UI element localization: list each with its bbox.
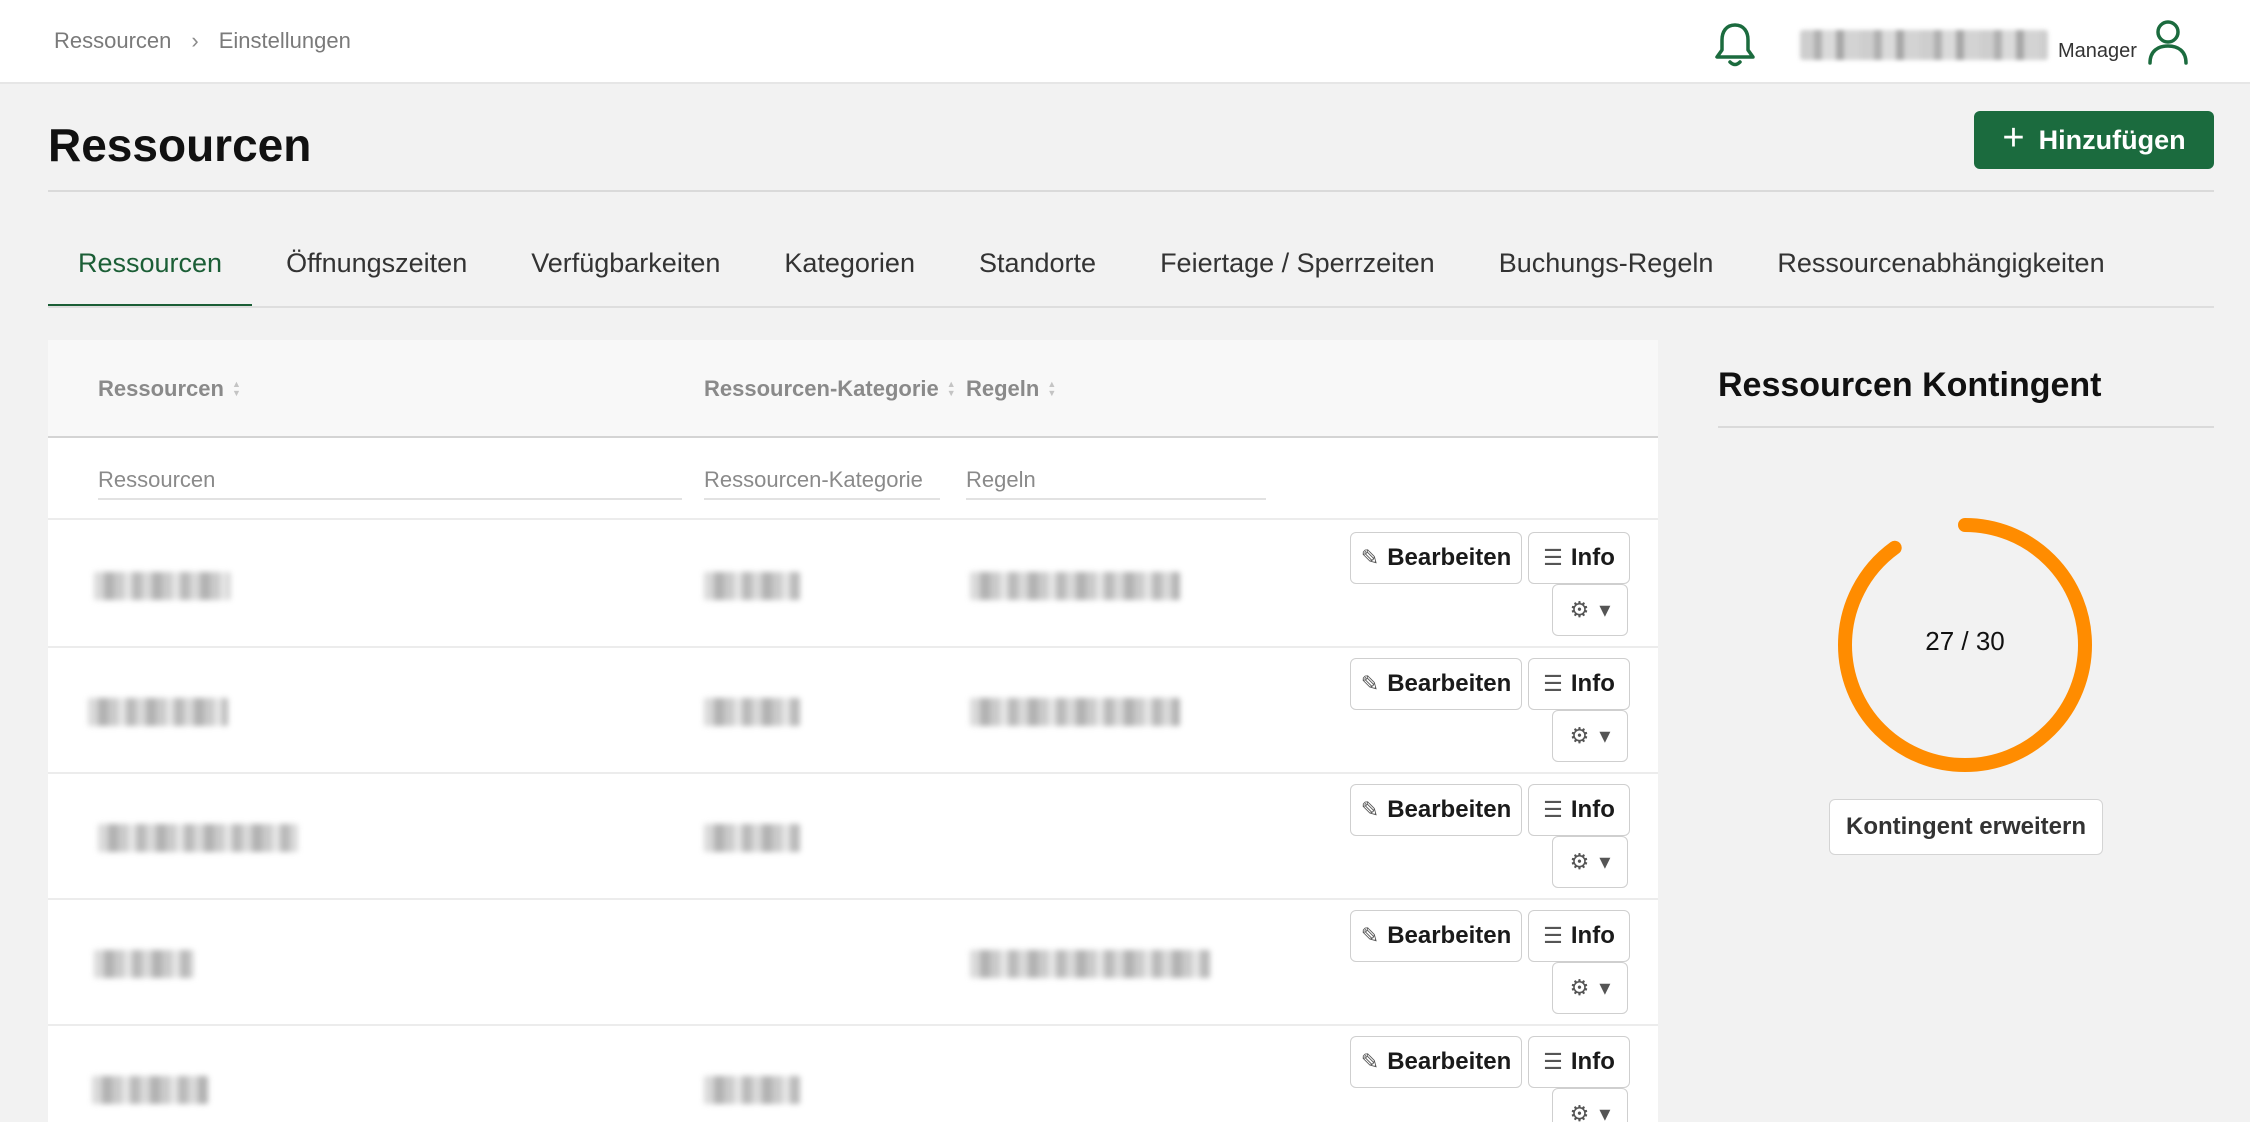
tab-ressourcen[interactable]: Ressourcen (48, 232, 253, 308)
edit-icon: ✎ (1360, 671, 1380, 696)
bell-icon[interactable] (1713, 21, 1757, 69)
caret-down-icon: ▾ (1599, 849, 1611, 874)
tab-standorte[interactable]: Standorte (949, 232, 1126, 308)
list-icon: ☰ (1543, 671, 1563, 696)
redacted-rule (970, 950, 1210, 978)
edit-icon: ✎ (1360, 923, 1380, 948)
table-row: ✎ Bearbeiten ☰ Info ⚙ ▾ (48, 774, 1658, 900)
tab-buchungs-regeln[interactable]: Buchungs-Regeln (1469, 232, 1744, 308)
breadcrumb-item-ressourcen[interactable]: Ressourcen (54, 28, 171, 54)
table-row: ✎ Bearbeiten ☰ Info ⚙ ▾ (48, 900, 1658, 1026)
redacted-name (92, 1076, 208, 1104)
info-button[interactable]: ☰ Info (1528, 532, 1630, 584)
list-icon: ☰ (1543, 545, 1563, 570)
table-row: ✎ Bearbeiten ☰ Info ⚙ ▾ (48, 522, 1658, 648)
add-button[interactable]: + Hinzufügen (1974, 111, 2214, 169)
resources-table: Ressourcen ▲ ▼ Ressourcen-Kategorie ▲ ▼ Re… (48, 340, 1658, 1122)
table-row: ✎ Bearbeiten ☰ Info ⚙ ▾ (48, 1026, 1658, 1122)
list-icon: ☰ (1543, 923, 1563, 948)
actions-dropdown[interactable]: ⚙ ▾ (1552, 1088, 1628, 1122)
user-name-redacted (1800, 30, 2048, 60)
actions-dropdown[interactable]: ⚙ ▾ (1552, 710, 1628, 762)
page-title: Ressourcen (48, 119, 312, 171)
edit-button[interactable]: ✎ Bearbeiten (1350, 784, 1522, 836)
gear-icon: ⚙ (1569, 975, 1590, 1000)
quota-value: 27 / 30 (1925, 626, 2005, 656)
caret-down-icon: ▾ (1599, 597, 1611, 622)
filter-row (48, 440, 1658, 520)
add-button-label: Hinzufügen (2038, 124, 2186, 155)
edit-icon: ✎ (1360, 797, 1380, 822)
tab-bar: Ressourcen Öffnungszeiten Verfügbarkeite… (48, 232, 2139, 308)
sort-icon: ▲ ▼ (946, 379, 956, 398)
list-icon: ☰ (1543, 1049, 1563, 1074)
redacted-category (704, 824, 800, 852)
edit-button[interactable]: ✎ Bearbeiten (1350, 910, 1522, 962)
gear-icon: ⚙ (1569, 723, 1590, 748)
column-header-regeln[interactable]: Regeln ▲ ▼ (966, 376, 1056, 402)
redacted-rule (970, 698, 1180, 726)
table-header: Ressourcen ▲ ▼ Ressourcen-Kategorie ▲ ▼ Re… (48, 340, 1658, 438)
info-button[interactable]: ☰ Info (1528, 1036, 1630, 1088)
redacted-name (94, 572, 230, 600)
edit-icon: ✎ (1360, 1049, 1380, 1074)
edit-icon: ✎ (1360, 545, 1380, 570)
filter-regeln-input[interactable] (966, 462, 1266, 500)
caret-down-icon: ▾ (1599, 723, 1611, 748)
plus-icon: + (2002, 117, 2025, 159)
info-button[interactable]: ☰ Info (1528, 784, 1630, 836)
edit-button[interactable]: ✎ Bearbeiten (1350, 532, 1522, 584)
redacted-name (94, 950, 194, 978)
redacted-rule (970, 572, 1180, 600)
actions-dropdown[interactable]: ⚙ ▾ (1552, 962, 1628, 1014)
edit-button[interactable]: ✎ Bearbeiten (1350, 1036, 1522, 1088)
tab-feiertage[interactable]: Feiertage / Sperrzeiten (1130, 232, 1465, 308)
list-icon: ☰ (1543, 797, 1563, 822)
chevron-right-icon: › (191, 28, 199, 53)
quota-title: Ressourcen Kontingent (1718, 366, 2102, 404)
info-button[interactable]: ☰ Info (1528, 910, 1630, 962)
gear-icon: ⚙ (1569, 1101, 1590, 1122)
top-bar: Ressourcen › Einstellungen Manager (0, 0, 2250, 84)
tab-kategorien[interactable]: Kategorien (754, 232, 945, 308)
sort-icon: ▲ ▼ (231, 379, 241, 398)
divider (48, 306, 2214, 308)
column-header-kategorie[interactable]: Ressourcen-Kategorie ▲ ▼ (704, 376, 956, 402)
redacted-category (704, 572, 800, 600)
gear-icon: ⚙ (1569, 597, 1590, 622)
tab-verfuegbarkeiten[interactable]: Verfügbarkeiten (501, 232, 750, 308)
gear-icon: ⚙ (1569, 849, 1590, 874)
user-role: Manager (2058, 40, 2137, 62)
filter-ressourcen-input[interactable] (98, 462, 682, 500)
actions-dropdown[interactable]: ⚙ ▾ (1552, 836, 1628, 888)
tab-oeffnungszeiten[interactable]: Öffnungszeiten (256, 232, 497, 308)
user-icon[interactable] (2146, 18, 2190, 66)
redacted-name (88, 698, 228, 726)
breadcrumb-item-einstellungen: Einstellungen (218, 28, 351, 53)
redacted-name (98, 824, 298, 852)
filter-kategorie-input[interactable] (704, 462, 940, 500)
table-row: ✎ Bearbeiten ☰ Info ⚙ ▾ (48, 648, 1658, 774)
caret-down-icon: ▾ (1599, 1101, 1611, 1122)
info-button[interactable]: ☰ Info (1528, 658, 1630, 710)
redacted-category (704, 698, 800, 726)
tab-ressourcenabhaengigkeiten[interactable]: Ressourcenabhängigkeiten (1747, 232, 2134, 308)
sort-icon: ▲ ▼ (1047, 379, 1057, 398)
redacted-category (704, 1076, 800, 1104)
caret-down-icon: ▾ (1599, 975, 1611, 1000)
breadcrumb: Ressourcen › Einstellungen (54, 28, 351, 54)
divider (48, 190, 2214, 192)
edit-button[interactable]: ✎ Bearbeiten (1350, 658, 1522, 710)
actions-dropdown[interactable]: ⚙ ▾ (1552, 584, 1628, 636)
column-header-ressourcen[interactable]: Ressourcen ▲ ▼ (98, 376, 241, 402)
divider (1718, 426, 2214, 428)
expand-quota-button[interactable]: Kontingent erweitern (1829, 799, 2103, 855)
